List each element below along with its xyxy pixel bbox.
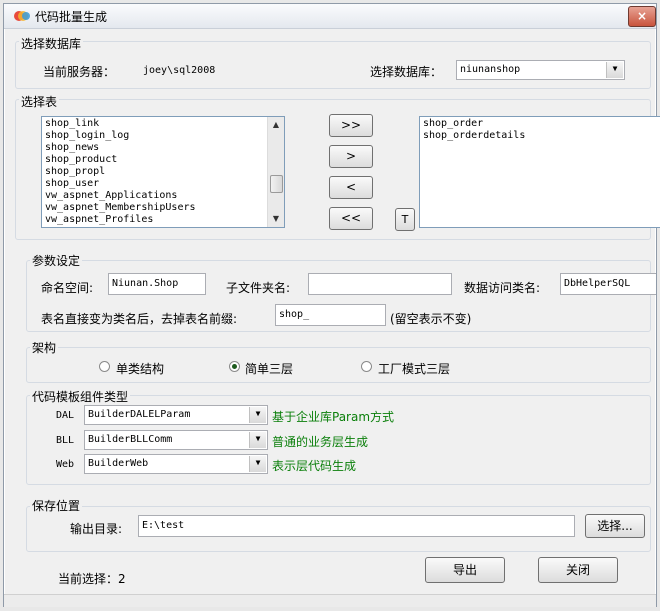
- web-template-value: BuilderWeb: [88, 458, 149, 469]
- chevron-down-icon[interactable]: ▼: [249, 432, 266, 448]
- remove-button[interactable]: <: [329, 176, 373, 199]
- radio-factory-three-tier[interactable]: [361, 361, 372, 372]
- architecture-group-title: 架构: [30, 339, 59, 356]
- list-item[interactable]: shop_link: [42, 118, 284, 130]
- close-icon[interactable]: ×: [628, 6, 656, 27]
- tables-group-title: 选择表: [19, 93, 60, 110]
- scroll-thumb[interactable]: [270, 175, 283, 193]
- list-item[interactable]: vw_aspnet_Profiles: [42, 214, 284, 226]
- radio-factory-three-tier-label[interactable]: 工厂模式三层: [378, 360, 450, 377]
- prefix-input[interactable]: shop_: [275, 304, 386, 326]
- dal-template-value: BuilderDALELParam: [88, 409, 191, 420]
- list-item[interactable]: vw_aspnet_Applications: [42, 190, 284, 202]
- database-group-title: 选择数据库: [19, 35, 84, 52]
- subfolder-input[interactable]: [308, 273, 452, 295]
- database-select-label: 选择数据库：: [370, 65, 443, 79]
- radio-simple-three-tier[interactable]: [229, 361, 240, 372]
- prefix-label: 表名直接变为类名后，去掉表名前缀:: [41, 312, 238, 326]
- radio-single-class[interactable]: [99, 361, 110, 372]
- subfolder-label: 子文件夹名:: [226, 281, 291, 295]
- bll-template-select[interactable]: BuilderBLLComm ▼: [84, 430, 268, 450]
- params-group-title: 参数设定: [30, 252, 83, 269]
- namespace-label: 命名空间:: [41, 281, 94, 295]
- app-icon: [14, 11, 30, 21]
- database-select[interactable]: niunanshop ▼: [456, 60, 625, 80]
- add-all-button[interactable]: >>: [329, 114, 373, 137]
- list-item[interactable]: shop_login_log: [42, 130, 284, 142]
- dal-template-desc: 基于企业库Param方式: [272, 410, 395, 424]
- server-value: joey\sql2008: [143, 65, 216, 76]
- chevron-down-icon[interactable]: ▼: [249, 456, 266, 472]
- list-item[interactable]: shop_product: [42, 154, 284, 166]
- t-button[interactable]: T: [395, 208, 415, 231]
- scroll-down-icon[interactable]: ▼: [268, 211, 284, 227]
- list-item[interactable]: shop_news: [42, 142, 284, 154]
- list-item[interactable]: shop_orderdetails: [420, 130, 660, 142]
- list-item[interactable]: shop_order: [420, 118, 660, 130]
- radio-selected-dot: [232, 364, 237, 369]
- output-dir-input[interactable]: E:\test: [138, 515, 575, 537]
- web-row-label: Web: [56, 459, 75, 470]
- radio-single-class-label[interactable]: 单类结构: [116, 360, 164, 377]
- output-dir-label: 输出目录:: [70, 522, 123, 536]
- server-label: 当前服务器：: [43, 65, 116, 79]
- title-bar: 代码批量生成 ×: [4, 4, 656, 29]
- list-scrollbar[interactable]: ▲ ▼: [267, 117, 284, 227]
- web-template-desc: 表示层代码生成: [272, 459, 357, 473]
- save-group-title: 保存位置: [30, 497, 83, 514]
- chevron-down-icon[interactable]: ▼: [606, 62, 623, 78]
- prefix-hint: (留空表示不变): [390, 312, 472, 326]
- list-item[interactable]: shop_propl: [42, 166, 284, 178]
- remove-all-button[interactable]: <<: [329, 207, 373, 230]
- add-button[interactable]: >: [329, 145, 373, 168]
- browse-button[interactable]: 选择...: [585, 514, 645, 538]
- bll-row-label: BLL: [56, 435, 75, 446]
- dal-row-label: DAL: [56, 410, 75, 421]
- namespace-input[interactable]: Niunan.Shop: [108, 273, 206, 295]
- close-button[interactable]: 关闭: [538, 557, 618, 583]
- status-bar: [4, 594, 656, 607]
- selected-tables-list[interactable]: shop_order shop_orderdetails: [419, 116, 660, 228]
- current-selection-count: 当前选择：2: [58, 572, 126, 586]
- dal-template-select[interactable]: BuilderDALELParam ▼: [84, 405, 268, 425]
- generator-window: 代码批量生成 × 选择数据库 当前服务器： joey\sql2008 选择数据库…: [3, 3, 660, 607]
- database-select-value: niunanshop: [460, 64, 521, 75]
- list-item[interactable]: vw_aspnet_MembershipUsers: [42, 202, 284, 214]
- scroll-up-icon[interactable]: ▲: [268, 117, 284, 133]
- window-title: 代码批量生成: [35, 10, 108, 24]
- bll-template-value: BuilderBLLComm: [88, 434, 173, 445]
- chevron-down-icon[interactable]: ▼: [249, 407, 266, 423]
- list-item[interactable]: shop_user: [42, 178, 284, 190]
- dal-class-label: 数据访问类名:: [464, 281, 541, 295]
- export-button[interactable]: 导出: [425, 557, 505, 583]
- template-group-title: 代码模板组件类型: [30, 388, 131, 405]
- web-template-select[interactable]: BuilderWeb ▼: [84, 454, 268, 474]
- dal-class-input[interactable]: DbHelperSQL: [560, 273, 656, 295]
- bll-template-desc: 普通的业务层生成: [272, 435, 369, 449]
- radio-simple-three-tier-label[interactable]: 简单三层: [245, 360, 293, 377]
- available-tables-list[interactable]: shop_link shop_login_log shop_news shop_pro…: [41, 116, 285, 228]
